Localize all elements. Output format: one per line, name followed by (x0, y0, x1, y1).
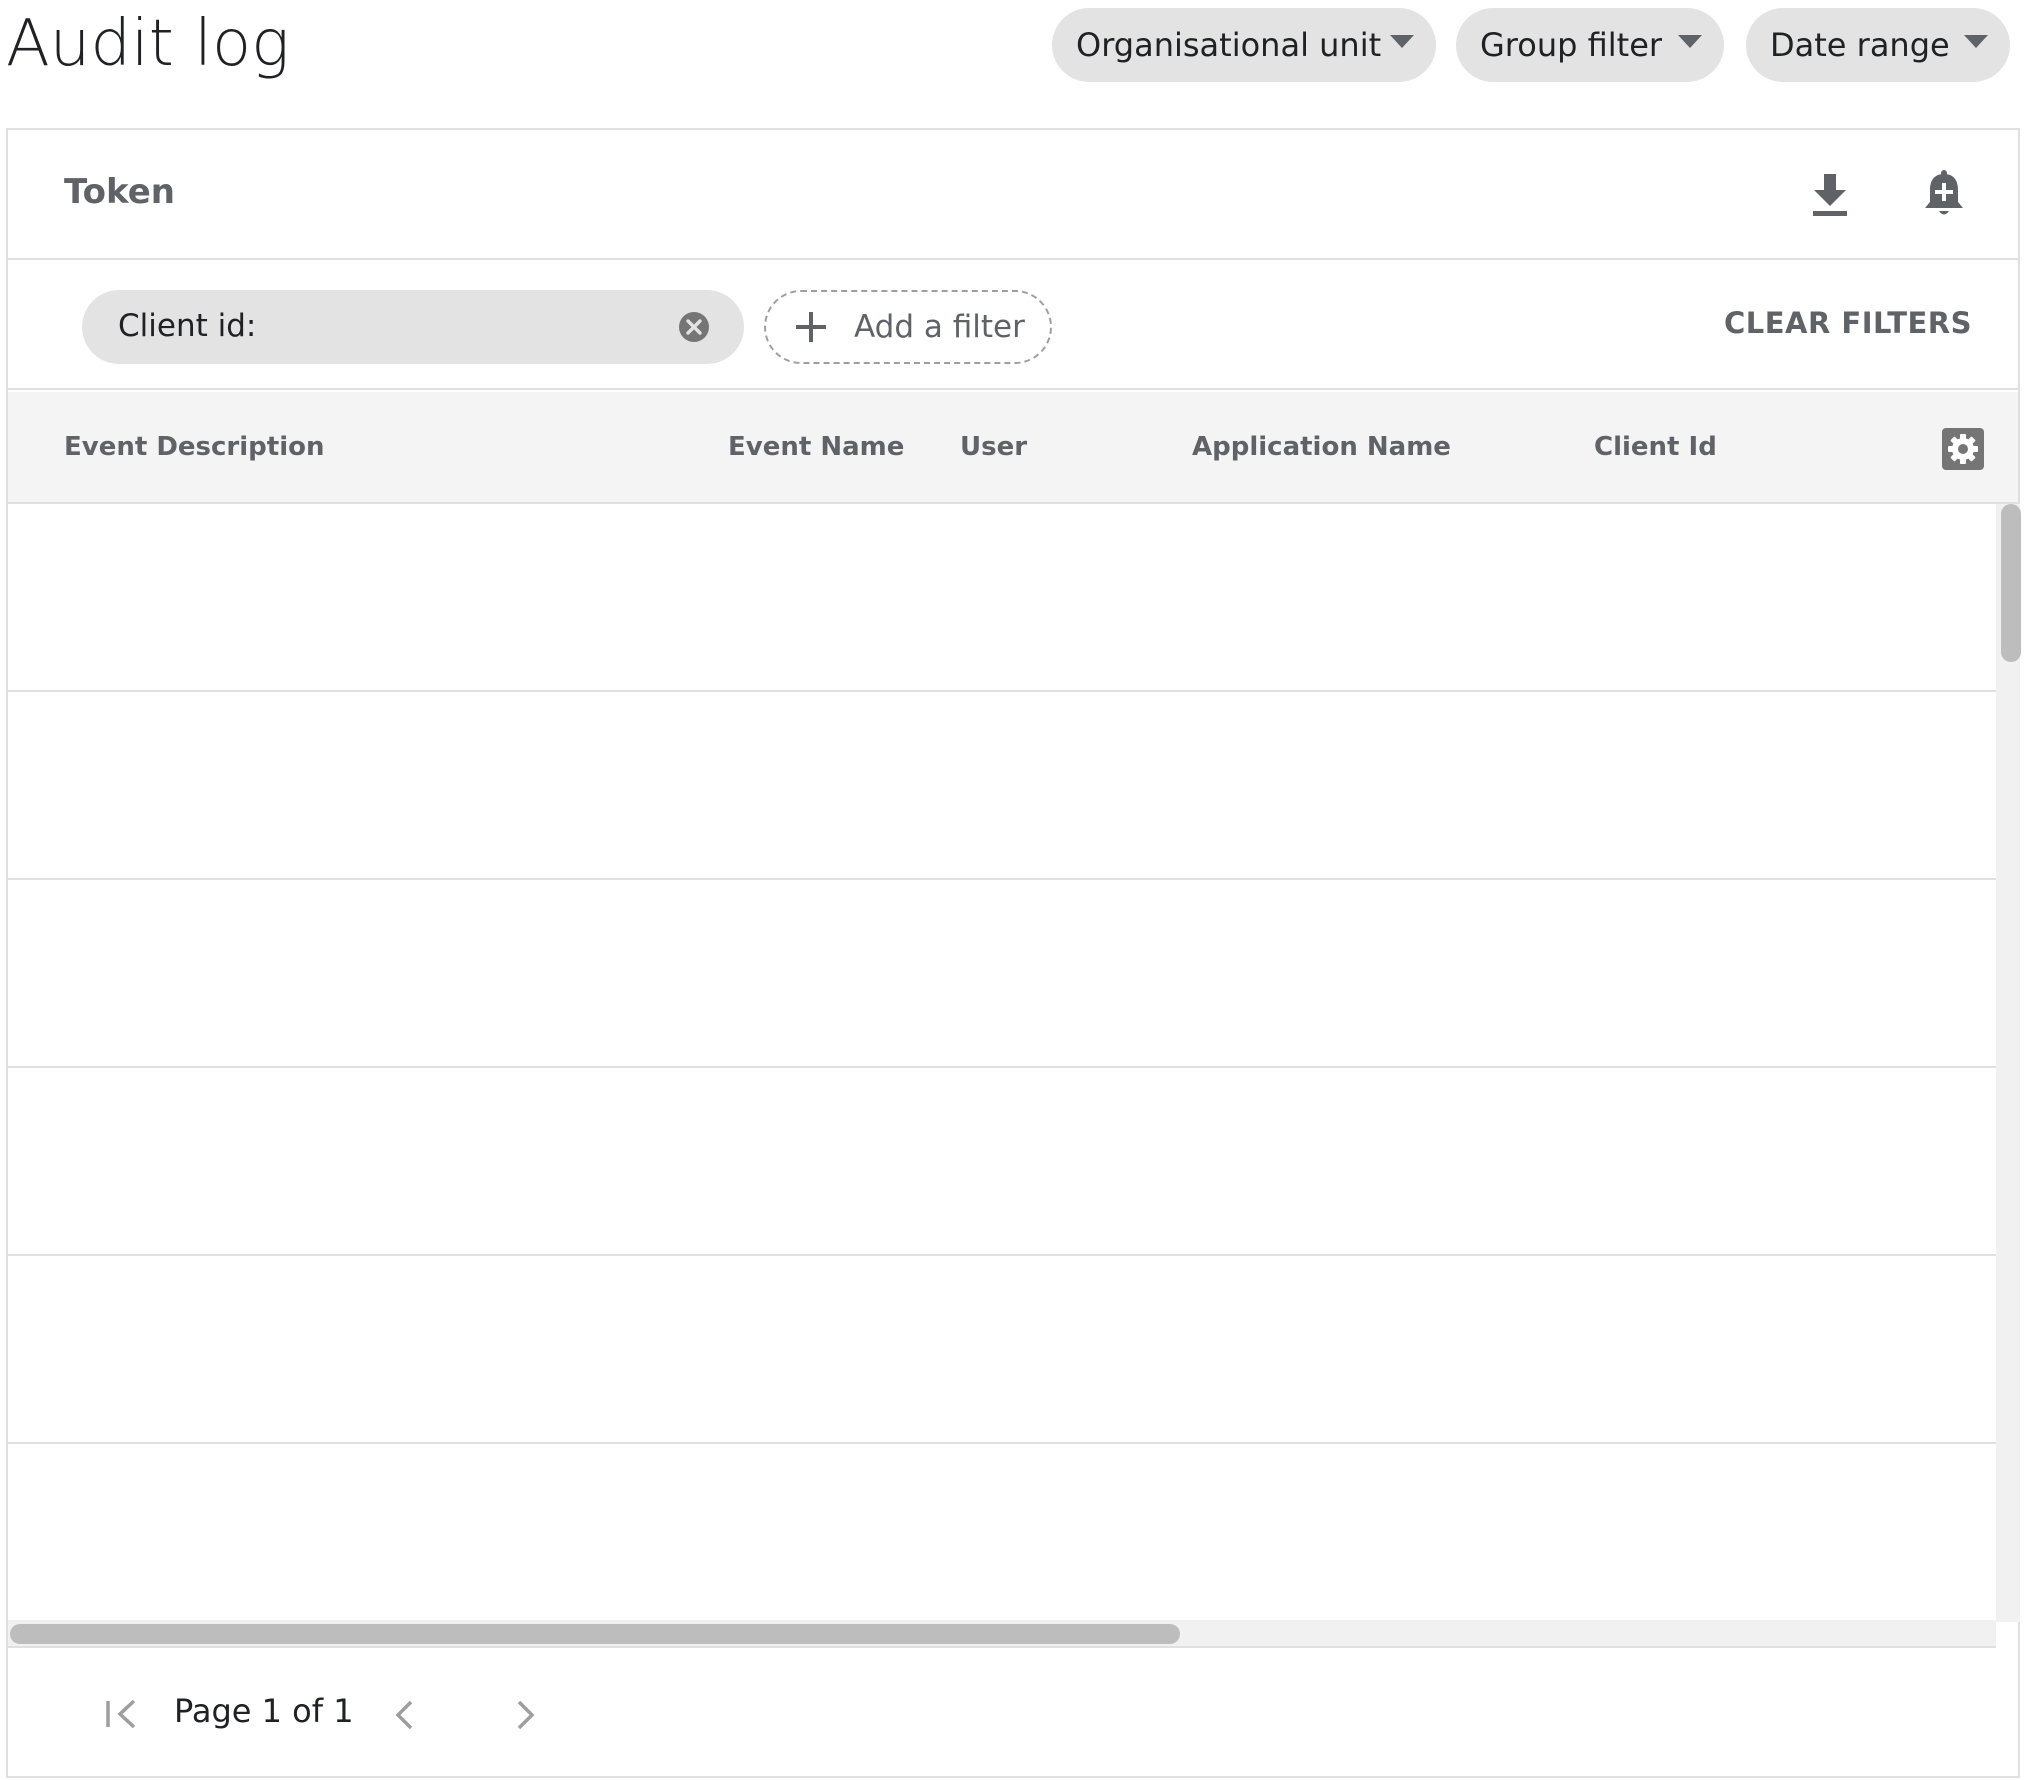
add-filter-button[interactable]: Add a filter (764, 290, 1052, 364)
card-header: Token (8, 130, 2018, 260)
group-filter-dropdown[interactable]: Group filter (1456, 8, 1724, 82)
first-page-button[interactable] (104, 1698, 138, 1734)
plus-icon (796, 312, 826, 342)
client-id-filter-label: Client id: (118, 308, 257, 344)
table-row[interactable] (8, 1444, 1996, 1620)
card-title: Token (64, 172, 175, 212)
add-alert-button[interactable] (1922, 168, 1966, 220)
pagination: Page 1 of 1 (8, 1648, 2018, 1776)
chevron-right-icon (517, 1700, 535, 1730)
arrow-drop-down-icon (1390, 35, 1414, 48)
arrow-drop-down-icon (1964, 35, 1988, 48)
table-row[interactable] (8, 1256, 1996, 1444)
arrow-drop-down-icon (1678, 35, 1702, 48)
date-range-dropdown[interactable]: Date range (1746, 8, 2010, 82)
column-header-user[interactable]: User (960, 432, 1027, 462)
column-header-event-name[interactable]: Event Name (728, 432, 904, 462)
add-filter-label: Add a filter (854, 309, 1025, 345)
cancel-icon[interactable] (678, 311, 710, 343)
page-title: Audit log (6, 7, 290, 81)
column-header-client-id[interactable]: Client Id (1594, 432, 1717, 462)
clear-filters-button[interactable]: CLEAR FILTERS (1724, 306, 1972, 340)
column-settings-button[interactable] (1942, 428, 1984, 470)
chevron-left-icon (395, 1700, 413, 1730)
client-id-filter-chip[interactable]: Client id: (82, 290, 744, 364)
next-page-button[interactable] (516, 1700, 536, 1734)
table-body (8, 504, 1996, 1620)
audit-log-card: Token Client id: Add a filter CLEAR FILT… (6, 128, 2021, 1778)
download-icon (1813, 174, 1847, 216)
column-header-application-name[interactable]: Application Name (1192, 432, 1451, 462)
download-button[interactable] (1810, 172, 1850, 218)
group-filter-label: Group filter (1480, 26, 1663, 64)
table-header: Event Description Event Name User Applic… (8, 392, 2018, 504)
table-row[interactable] (8, 692, 1996, 880)
previous-page-button[interactable] (394, 1700, 414, 1734)
organisational-unit-label: Organisational unit (1076, 26, 1382, 64)
add-alert-icon (1925, 170, 1963, 215)
table-row[interactable] (8, 880, 1996, 1068)
table-row[interactable] (8, 504, 1996, 692)
organisational-unit-dropdown[interactable]: Organisational unit (1052, 8, 1436, 82)
column-header-event-description[interactable]: Event Description (64, 432, 325, 462)
date-range-label: Date range (1770, 26, 1950, 64)
first-page-icon (106, 1699, 136, 1729)
horizontal-scrollbar-thumb[interactable] (10, 1624, 1180, 1644)
gear-icon (1948, 434, 1978, 464)
page-indicator: Page 1 of 1 (174, 1692, 354, 1730)
vertical-scrollbar-thumb[interactable] (2001, 504, 2021, 662)
vertical-scrollbar-track[interactable] (1996, 504, 2020, 1622)
table-row[interactable] (8, 1068, 1996, 1256)
